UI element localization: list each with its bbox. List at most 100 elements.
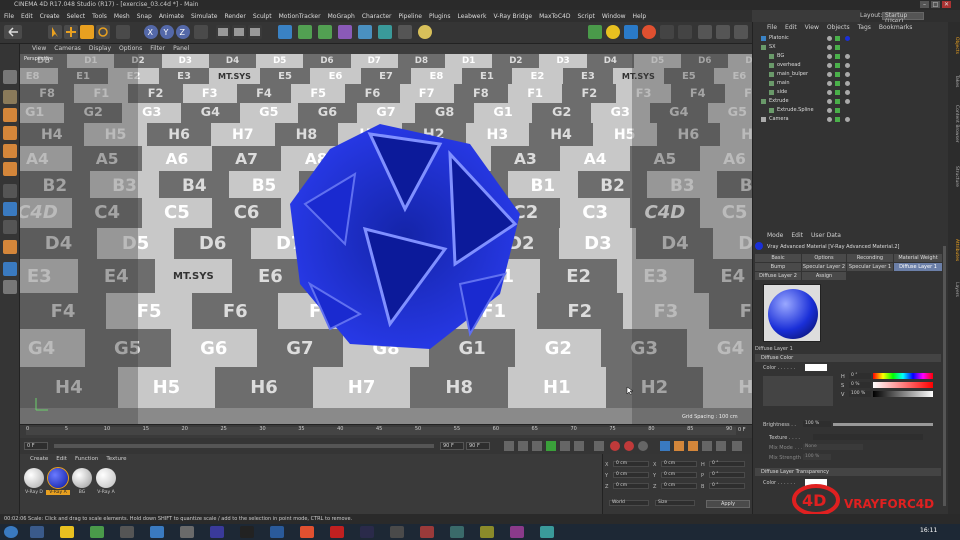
move-icon[interactable] — [64, 25, 78, 39]
visibility-dot-icon[interactable] — [827, 99, 832, 104]
visibility-dot-icon[interactable] — [827, 81, 832, 86]
cloner-icon[interactable] — [318, 25, 332, 39]
script-icon[interactable] — [642, 25, 656, 39]
attribute-tab[interactable]: Diffuse Layer 1 — [894, 263, 942, 271]
viewport-menu-view[interactable]: View — [32, 44, 46, 54]
menu-pipeline[interactable]: Pipeline — [398, 13, 421, 20]
deformer-icon[interactable] — [338, 25, 352, 39]
play-icon[interactable] — [546, 441, 556, 451]
point-level-key-icon[interactable] — [716, 441, 726, 451]
workplane-lock-icon[interactable] — [3, 220, 17, 234]
menu-tools[interactable]: Tools — [92, 13, 107, 20]
taskbar-app-8-icon[interactable] — [270, 526, 284, 538]
menu-render[interactable]: Render — [224, 13, 245, 20]
material-swatch-3[interactable] — [96, 468, 116, 488]
object-row[interactable]: Platonic — [753, 34, 949, 43]
viewport-menu-options[interactable]: Options — [119, 44, 142, 54]
menu-file[interactable]: File — [4, 13, 14, 20]
brightness-field[interactable]: 100 % — [803, 421, 831, 427]
diffuse-color-header[interactable]: Diffuse Color — [755, 354, 941, 362]
tag-icon[interactable] — [845, 36, 850, 41]
coord-pos-field[interactable]: 0 cm — [613, 483, 649, 489]
material-menu-texture[interactable]: Texture — [106, 456, 126, 462]
object-row[interactable]: side — [753, 88, 949, 97]
brightness-slider[interactable] — [833, 423, 933, 426]
coord-pos-field[interactable]: 0 cm — [613, 461, 649, 467]
check-icon[interactable] — [835, 99, 840, 104]
previous-frame-icon[interactable] — [532, 441, 542, 451]
subdivision-icon[interactable] — [298, 25, 312, 39]
live-select-icon[interactable] — [116, 25, 130, 39]
taskbar-explorer-icon[interactable] — [60, 526, 74, 538]
menu-mograph[interactable]: MoGraph — [328, 13, 355, 20]
environment-icon[interactable] — [378, 25, 392, 39]
visibility-dot-icon[interactable] — [827, 108, 832, 113]
render-picture-viewer-icon[interactable] — [232, 25, 246, 39]
menu-simulate[interactable]: Simulate — [191, 13, 218, 20]
saturation-slider[interactable] — [873, 382, 933, 388]
close-button[interactable]: ✕ — [942, 1, 951, 8]
minimize-button[interactable]: – — [920, 1, 929, 8]
vray-bridge-icon[interactable] — [588, 25, 602, 39]
scale-key-icon[interactable] — [674, 441, 684, 451]
record-icon[interactable] — [594, 441, 604, 451]
taskbar-app-4-icon[interactable] — [150, 526, 164, 538]
tag-icon[interactable] — [845, 54, 850, 59]
maximize-button[interactable]: □ — [931, 1, 940, 8]
go-to-start-icon[interactable] — [504, 441, 514, 451]
menu-mesh[interactable]: Mesh — [114, 13, 130, 20]
taskbar-app-11-icon[interactable] — [390, 526, 404, 538]
side-tab-attributes[interactable]: Attributes — [949, 230, 959, 270]
object-row[interactable]: Extrude.Spline — [753, 106, 949, 115]
value-slider[interactable] — [873, 391, 933, 397]
coord-size-field[interactable]: 0 cm — [661, 461, 697, 467]
points-mode-icon[interactable] — [3, 126, 17, 140]
h-field[interactable]: 0 ° — [849, 373, 871, 379]
visibility-dot-icon[interactable] — [827, 36, 832, 41]
end-frame-field[interactable]: 90 F — [440, 442, 464, 450]
attribute-tab[interactable]: Assign — [802, 272, 846, 280]
mograph-icon[interactable] — [624, 25, 638, 39]
object-menu-tags[interactable]: Tags — [858, 24, 871, 31]
menu-sculpt[interactable]: Sculpt — [253, 13, 272, 20]
menu-create[interactable]: Create — [40, 13, 60, 20]
visibility-dot-icon[interactable] — [827, 45, 832, 50]
layout-dropdown[interactable]: Startup (User) — [882, 12, 924, 25]
tag-icon[interactable] — [845, 90, 850, 95]
material-menu-create[interactable]: Create — [30, 456, 48, 462]
taskbar-app-7-icon[interactable] — [240, 526, 254, 538]
color-picker-modes[interactable] — [763, 376, 833, 406]
object-row[interactable]: main_bulper — [753, 70, 949, 79]
camera-icon[interactable] — [398, 25, 412, 39]
check-icon[interactable] — [835, 36, 840, 41]
object-menu-objects[interactable]: Objects — [827, 24, 850, 31]
attribute-tab[interactable]: Options — [802, 254, 846, 262]
taskbar-app-16-icon[interactable] — [540, 526, 554, 538]
object-row[interactable]: SX — [753, 43, 949, 52]
attribute-tab[interactable]: Bump — [755, 263, 801, 271]
v-field[interactable]: 100 % — [849, 391, 871, 397]
timeline-menu-icon[interactable] — [732, 441, 742, 451]
menu-help[interactable]: Help — [633, 13, 647, 20]
object-menu-view[interactable]: View — [805, 24, 819, 31]
render-view-icon[interactable] — [216, 25, 230, 39]
plugin-icon[interactable] — [660, 25, 674, 39]
attribute-tab[interactable]: Basic — [755, 254, 801, 262]
menu-window[interactable]: Window — [602, 13, 626, 20]
menu-motiontracker[interactable]: MotionTracker — [279, 13, 321, 20]
material-menu-function[interactable]: Function — [75, 456, 98, 462]
keyframe-selection-icon[interactable] — [624, 441, 634, 451]
check-icon[interactable] — [835, 54, 840, 59]
blue-platonic-object[interactable] — [270, 114, 560, 364]
menu-edit[interactable]: Edit — [21, 13, 33, 20]
side-tab-objects[interactable]: Objects — [949, 26, 959, 66]
coordinate-system-icon[interactable] — [194, 25, 208, 39]
start-frame-field[interactable]: 0 F — [24, 442, 48, 450]
check-icon[interactable] — [835, 63, 840, 68]
menu-script[interactable]: Script — [577, 13, 594, 20]
side-tab-structure[interactable]: Structure — [949, 156, 959, 196]
coord-size-field[interactable]: 0 cm — [661, 483, 697, 489]
check-icon[interactable] — [835, 72, 840, 77]
visibility-dot-icon[interactable] — [827, 63, 832, 68]
check-icon[interactable] — [835, 81, 840, 86]
